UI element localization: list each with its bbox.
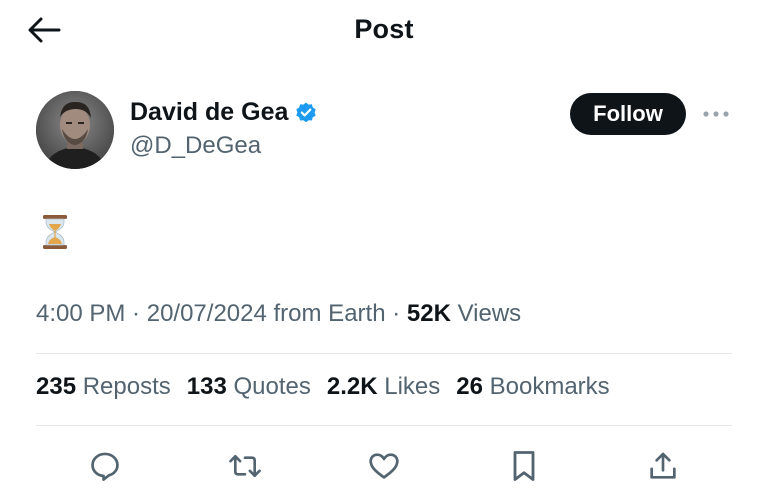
- reposts-stat[interactable]: 235 Reposts: [36, 373, 171, 401]
- author-name-row[interactable]: David de Gea: [130, 98, 318, 127]
- repost-button[interactable]: [223, 444, 267, 488]
- likes-label: Likes: [377, 373, 441, 400]
- bookmarks-stat[interactable]: 26 Bookmarks: [456, 373, 609, 401]
- repost-icon: [229, 454, 261, 478]
- meta-separator: ·: [385, 300, 407, 327]
- likes-stat[interactable]: 2.2K Likes: [327, 373, 440, 401]
- verified-badge-icon[interactable]: [294, 101, 318, 125]
- quotes-label: Quotes: [226, 373, 311, 400]
- reposts-label: Reposts: [76, 373, 171, 400]
- post-date[interactable]: 20/07/2024: [147, 300, 267, 327]
- bookmark-icon: [513, 451, 535, 481]
- post-source: from Earth: [266, 300, 386, 327]
- reply-button[interactable]: [83, 444, 127, 488]
- share-button[interactable]: [641, 444, 685, 488]
- bookmark-button[interactable]: [502, 444, 546, 488]
- divider: [36, 425, 732, 426]
- quotes-stat[interactable]: 133 Quotes: [187, 373, 311, 401]
- likes-count: 2.2K: [326, 373, 378, 400]
- avatar[interactable]: [36, 91, 114, 169]
- share-icon: [650, 452, 676, 479]
- page-title: Post: [354, 14, 414, 44]
- hourglass-icon: [40, 212, 70, 252]
- reposts-count: 235: [36, 373, 77, 400]
- quotes-count: 133: [186, 373, 227, 400]
- follow-button[interactable]: Follow: [570, 93, 686, 135]
- bookmarks-count: 26: [456, 373, 483, 400]
- author-name[interactable]: David de Gea: [130, 98, 288, 127]
- divider: [36, 353, 732, 354]
- post-meta: 4:00 PM · 20/07/2024 from Earth · 52K Vi…: [36, 300, 521, 328]
- header: Post: [0, 0, 768, 62]
- bookmarks-label: Bookmarks: [482, 373, 610, 400]
- avatar-photo: [36, 91, 114, 169]
- views-count: 52K: [406, 300, 451, 327]
- post-time[interactable]: 4:00 PM: [36, 300, 125, 327]
- like-button[interactable]: [362, 444, 406, 488]
- action-bar: [0, 440, 768, 490]
- more-horizontal-icon: [703, 111, 729, 117]
- author-handle[interactable]: @D_DeGea: [130, 132, 261, 160]
- views-label: Views: [450, 300, 522, 327]
- more-options-button[interactable]: [700, 102, 732, 126]
- post-stats: 235 Reposts 133 Quotes 2.2K Likes 26 Boo…: [36, 373, 610, 401]
- post-text: [40, 212, 70, 263]
- meta-separator: ·: [125, 300, 147, 327]
- reply-icon: [91, 452, 119, 481]
- like-icon: [369, 453, 399, 479]
